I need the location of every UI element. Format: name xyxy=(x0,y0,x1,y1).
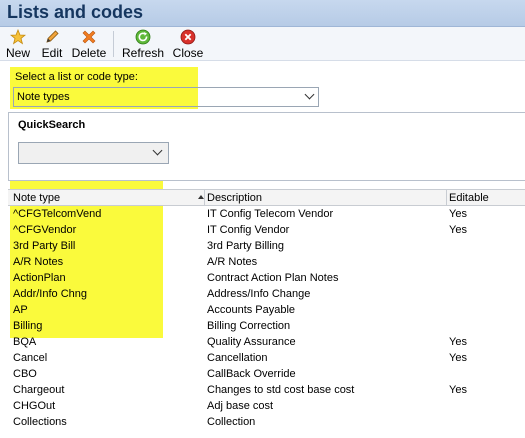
refresh-label: Refresh xyxy=(121,46,165,60)
cell-description: Changes to std cost base cost xyxy=(207,384,355,396)
chevron-down-icon xyxy=(152,145,163,156)
cell-note-type: Cancel xyxy=(13,352,48,364)
table-row[interactable]: Cancel Cancellation Yes xyxy=(8,350,525,366)
table-row[interactable]: AP Accounts Payable xyxy=(8,302,525,318)
delete-x-icon xyxy=(81,29,97,45)
table-row[interactable]: ^CFGVendor IT Config Vendor Yes xyxy=(8,222,525,238)
column-divider[interactable] xyxy=(446,190,447,206)
cell-description: 3rd Party Billing xyxy=(207,240,285,252)
new-button[interactable]: New xyxy=(6,28,30,60)
column-header-note-type[interactable]: Note type xyxy=(13,191,60,205)
refresh-button[interactable]: Refresh xyxy=(121,28,165,60)
grid-header: Note type Description Editable xyxy=(8,190,525,206)
table-row[interactable]: ^CFGTelcomVend IT Config Telecom Vendor Ye… xyxy=(8,206,525,222)
cell-description: Cancellation xyxy=(207,352,268,364)
cell-editable: Yes xyxy=(449,384,467,396)
cell-editable: Yes xyxy=(449,352,467,364)
cell-note-type: ^CFGVendor xyxy=(13,224,77,236)
cell-note-type: Chargeout xyxy=(13,384,65,396)
cell-note-type: AP xyxy=(13,304,28,316)
table-row[interactable]: Billing Billing Correction xyxy=(8,318,525,334)
cell-description: Adj base cost xyxy=(207,400,274,412)
list-type-value: Note types xyxy=(17,91,70,103)
table-row[interactable]: Collections Collection xyxy=(8,414,525,430)
cell-note-type: ActionPlan xyxy=(13,272,66,284)
window-title: Lists and codes xyxy=(7,2,144,22)
cell-description: IT Config Vendor xyxy=(207,224,290,236)
column-header-description[interactable]: Description xyxy=(207,191,262,205)
cell-description: Address/Info Change xyxy=(207,288,311,300)
cell-description: Quality Assurance xyxy=(207,336,296,348)
chevron-down-icon xyxy=(304,89,315,100)
cell-description: Contract Action Plan Notes xyxy=(207,272,339,284)
cell-editable: Yes xyxy=(449,208,467,220)
star-icon xyxy=(10,29,26,45)
quicksearch-panel: QuickSearch xyxy=(8,112,525,181)
table-row[interactable]: Chargeout Changes to std cost base cost Ye… xyxy=(8,382,525,398)
pencil-icon xyxy=(44,29,60,45)
edit-button[interactable]: Edit xyxy=(40,28,64,60)
delete-button[interactable]: Delete xyxy=(71,28,107,60)
cell-description: A/R Notes xyxy=(207,256,258,268)
quicksearch-title: QuickSearch xyxy=(18,119,86,131)
list-type-select[interactable]: Note types xyxy=(13,87,319,107)
cell-description: Accounts Payable xyxy=(207,304,296,316)
table-row[interactable]: Addr/Info Chng Address/Info Change xyxy=(8,286,525,302)
quicksearch-select[interactable] xyxy=(18,142,169,164)
column-divider[interactable] xyxy=(204,190,205,206)
table-row[interactable]: CHGOut Adj base cost xyxy=(8,398,525,414)
refresh-icon xyxy=(135,29,151,45)
title-bar: Lists and codes xyxy=(0,0,525,27)
cell-note-type: CHGOut xyxy=(13,400,56,412)
note-types-grid: Note type Description Editable ^CFGTelco… xyxy=(8,189,525,430)
close-label: Close xyxy=(172,46,204,60)
column-header-editable[interactable]: Editable xyxy=(449,191,489,205)
table-row[interactable]: ActionPlan Contract Action Plan Notes xyxy=(8,270,525,286)
table-row[interactable]: A/R Notes A/R Notes xyxy=(8,254,525,270)
grid-body: ^CFGTelcomVend IT Config Telecom Vendor Ye… xyxy=(8,206,525,430)
close-icon xyxy=(180,29,196,45)
cell-note-type: CBO xyxy=(13,368,37,380)
cell-note-type: Billing xyxy=(13,320,43,332)
table-row[interactable]: BQA Quality Assurance Yes xyxy=(8,334,525,350)
table-row[interactable]: CBO CallBack Override xyxy=(8,366,525,382)
cell-note-type: 3rd Party Bill xyxy=(13,240,76,252)
cell-note-type: A/R Notes xyxy=(13,256,64,268)
cell-editable: Yes xyxy=(449,224,467,236)
cell-description: IT Config Telecom Vendor xyxy=(207,208,334,220)
cell-note-type: BQA xyxy=(13,336,37,348)
cell-note-type: Collections xyxy=(13,416,67,428)
new-label: New xyxy=(6,46,31,60)
close-button[interactable]: Close xyxy=(172,28,204,60)
edit-label: Edit xyxy=(41,46,63,60)
cell-description: CallBack Override xyxy=(207,368,296,380)
delete-label: Delete xyxy=(71,46,107,60)
toolbar-separator xyxy=(113,31,114,57)
cell-description: Billing Correction xyxy=(207,320,291,332)
table-row[interactable]: 3rd Party Bill 3rd Party Billing xyxy=(8,238,525,254)
cell-note-type: ^CFGTelcomVend xyxy=(13,208,102,220)
cell-description: Collection xyxy=(207,416,256,428)
toolbar: New Edit Delete Refresh Close xyxy=(0,27,525,61)
list-type-label: Select a list or code type: xyxy=(15,71,138,83)
cell-note-type: Addr/Info Chng xyxy=(13,288,87,300)
cell-editable: Yes xyxy=(449,336,467,348)
